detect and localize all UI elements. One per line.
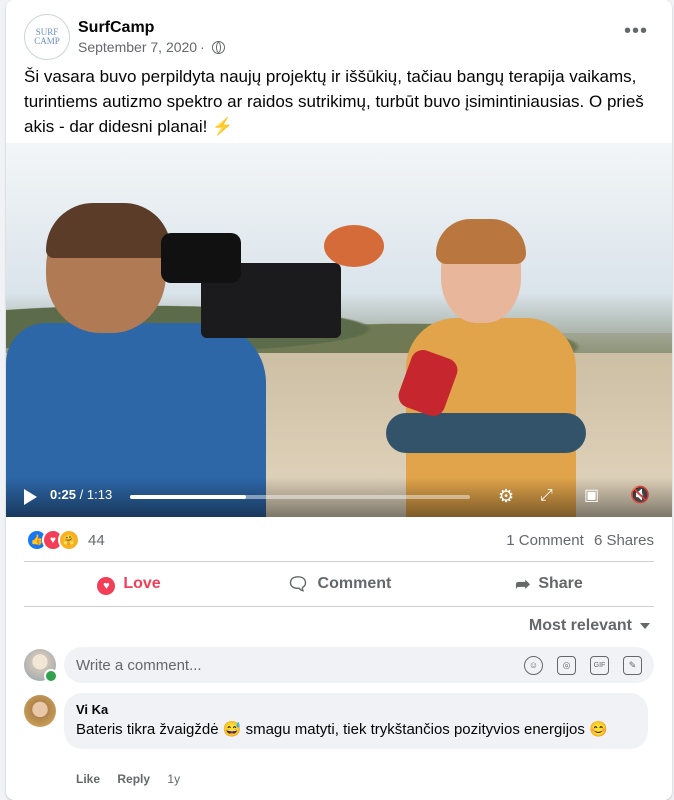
lightning-emoji: ⚡ bbox=[212, 117, 234, 136]
comment-composer: Write a comment... ☺ ◎ GIF ✎ bbox=[24, 646, 654, 684]
time-separator: / bbox=[79, 487, 84, 502]
divider bbox=[24, 561, 654, 562]
comment-author[interactable]: Vi Ka bbox=[76, 701, 636, 719]
post-actions: ♥ Love 🗨 Comment ➦ Share bbox=[24, 564, 654, 604]
video-player[interactable]: 0:25 / 1:13 ⚙ ⤢ ▣ 🔇 bbox=[6, 143, 672, 517]
globe-icon bbox=[211, 40, 225, 54]
settings-gear-icon[interactable]: ⚙ bbox=[498, 485, 514, 507]
comment-like-link[interactable]: Like bbox=[76, 772, 100, 786]
muted-speaker-icon[interactable]: 🔇 bbox=[630, 485, 650, 507]
duration: 1:13 bbox=[86, 487, 113, 502]
post-header: SURF CAMP SurfCamp September 7, 2020 · bbox=[24, 14, 225, 60]
love-label: Love bbox=[123, 575, 161, 592]
progress-bar[interactable] bbox=[130, 495, 470, 499]
play-icon[interactable] bbox=[24, 489, 37, 505]
emoji-icon[interactable]: ☺ bbox=[524, 655, 543, 675]
comment-button[interactable]: 🗨 Comment bbox=[234, 564, 444, 604]
fullscreen-icon[interactable]: ⤢ bbox=[540, 485, 553, 507]
camera-icon[interactable]: ◎ bbox=[557, 655, 576, 675]
commenter-avatar[interactable] bbox=[24, 695, 56, 727]
post-date[interactable]: September 7, 2020 bbox=[78, 38, 197, 56]
progress-fill bbox=[130, 495, 247, 499]
online-status-dot bbox=[44, 669, 58, 683]
share-button[interactable]: ➦ Share bbox=[444, 564, 654, 604]
comment-bubble-icon: 🗨 bbox=[286, 573, 310, 594]
comment-reply-link[interactable]: Reply bbox=[117, 772, 150, 786]
comment-bubble: Vi Ka Bateris tikra žvaigždė 😅 smagu mat… bbox=[64, 693, 648, 749]
logo-text-bottom: CAMP bbox=[34, 36, 60, 46]
love-heart-icon: ♥ bbox=[97, 577, 116, 595]
video-time: 0:25 / 1:13 bbox=[50, 487, 112, 502]
sticker-icon[interactable]: ✎ bbox=[623, 655, 642, 675]
video-controls: 0:25 / 1:13 ⚙ ⤢ ▣ 🔇 bbox=[6, 477, 672, 517]
post-caption: Ši vasara buvo perpildyta naujų projektų… bbox=[24, 64, 654, 139]
page-name[interactable]: SurfCamp bbox=[78, 18, 225, 38]
reaction-count[interactable]: 44 bbox=[88, 532, 105, 549]
share-arrow-icon: ➦ bbox=[515, 573, 531, 594]
picture-in-picture-icon[interactable]: ▣ bbox=[584, 485, 599, 507]
page-avatar[interactable]: SURF CAMP bbox=[24, 14, 70, 60]
comment-input[interactable]: Write a comment... ☺ ◎ GIF ✎ bbox=[64, 647, 654, 683]
comment-age[interactable]: 1y bbox=[167, 772, 180, 786]
comment-text: Bateris tikra žvaigždė 😅 smagu matyti, t… bbox=[76, 721, 608, 738]
sort-label: Most relevant bbox=[528, 617, 632, 634]
care-reaction-icon: 🤗 bbox=[58, 529, 80, 551]
video-boom-mic bbox=[324, 225, 384, 267]
comment-count[interactable]: 1 Comment bbox=[506, 532, 584, 549]
comment-placeholder: Write a comment... bbox=[76, 656, 202, 674]
love-button[interactable]: ♥ Love bbox=[24, 564, 234, 604]
comment-label: Comment bbox=[317, 575, 392, 592]
gif-icon[interactable]: GIF bbox=[590, 655, 609, 675]
viewer-avatar[interactable] bbox=[24, 649, 58, 683]
share-label: Share bbox=[538, 575, 583, 592]
more-options-icon[interactable]: ••• bbox=[624, 20, 648, 43]
divider bbox=[24, 606, 654, 607]
comment-sort-dropdown[interactable]: Most relevant bbox=[529, 617, 650, 635]
caption-text: Ši vasara buvo perpildyta naujų projektų… bbox=[24, 67, 644, 136]
share-count[interactable]: 6 Shares bbox=[594, 532, 654, 549]
comment-actions: Like Reply 1y bbox=[76, 772, 194, 786]
reaction-stats: 👍 ♥ 🤗 44 1 Comment 6 Shares bbox=[26, 528, 654, 552]
meta-separator: · bbox=[200, 39, 205, 55]
post-card: SURF CAMP SurfCamp September 7, 2020 · •… bbox=[6, 0, 672, 800]
reaction-icons[interactable]: 👍 ♥ 🤗 bbox=[26, 529, 80, 551]
current-time: 0:25 bbox=[50, 487, 77, 502]
caret-down-icon bbox=[640, 622, 650, 629]
